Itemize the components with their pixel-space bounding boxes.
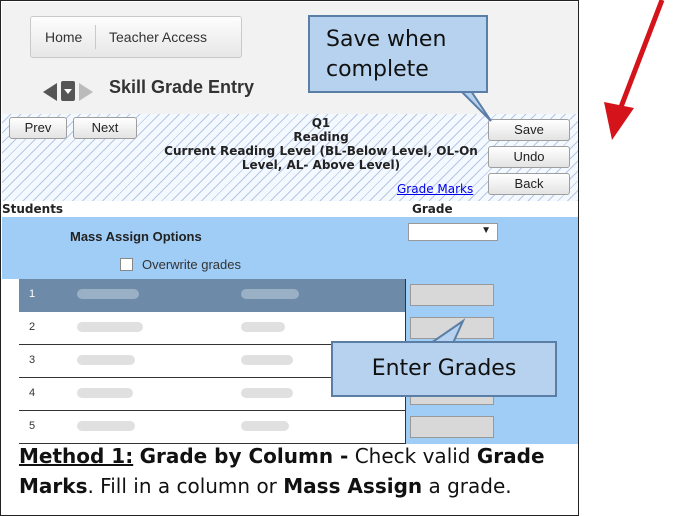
top-bar: Home Teacher Access	[2, 2, 578, 62]
caption-fill: . Fill in a column or	[87, 474, 277, 498]
dropdown-menu-icon[interactable]	[61, 81, 75, 101]
blurred-last-name	[241, 421, 289, 431]
nav-divider	[95, 25, 96, 49]
row-number: 3	[29, 354, 36, 366]
instruction-caption: Method 1: Grade by Column - Check valid …	[19, 441, 578, 501]
page-title: Skill Grade Entry	[109, 77, 255, 97]
screenshot-frame: Home Teacher Access Skill Grade Entry Pr…	[0, 0, 579, 516]
previous-arrow-icon[interactable]	[43, 83, 57, 101]
caption-method: Method 1:	[19, 444, 134, 468]
save-button[interactable]: Save	[488, 119, 570, 141]
blurred-first-name	[77, 289, 139, 299]
save-when-complete-callout: Save when complete	[308, 15, 488, 93]
next-button[interactable]: Next	[73, 117, 137, 139]
grade-input[interactable]	[410, 317, 494, 339]
table-row[interactable]: 5	[19, 411, 578, 444]
column-header: Students Grade	[2, 201, 578, 217]
row-number: 5	[29, 420, 36, 432]
back-button[interactable]: Back	[488, 173, 570, 195]
blurred-last-name	[241, 388, 293, 398]
blurred-last-name	[241, 355, 293, 365]
grade-cell	[405, 279, 578, 312]
grade-input[interactable]	[410, 284, 494, 306]
blurred-first-name	[77, 355, 135, 365]
mass-assign-select[interactable]: ▼	[408, 223, 498, 241]
blurred-first-name	[77, 322, 143, 332]
blurred-first-name	[77, 421, 135, 431]
red-pointer-arrow-icon	[604, 0, 665, 140]
grade-input[interactable]	[410, 416, 494, 438]
table-row[interactable]: 1	[19, 279, 578, 312]
row-number: 4	[29, 387, 36, 399]
nav-teacher-access-link[interactable]: Teacher Access	[109, 17, 207, 57]
mass-assign-panel: Mass Assign Options ▼ Overwrite grades	[2, 217, 578, 279]
next-arrow-icon[interactable]	[79, 83, 93, 101]
grade-marks-link[interactable]: Grade Marks	[397, 182, 473, 196]
caption-title: Grade by Column -	[139, 444, 349, 468]
student-name-cell: 5	[19, 411, 405, 444]
grade-column-header: Grade	[412, 202, 453, 216]
undo-button[interactable]: Undo	[488, 146, 570, 168]
skill-heading: Q1 Reading Current Reading Level (BL-Bel…	[151, 116, 491, 172]
row-number: 2	[29, 321, 36, 333]
term-label: Q1	[311, 116, 331, 130]
student-name-cell: 1	[19, 279, 405, 312]
overwrite-grades-checkbox[interactable]	[120, 258, 133, 271]
caption-check: Check valid	[354, 444, 471, 468]
nav-bar: Home Teacher Access	[30, 16, 242, 58]
blurred-last-name	[241, 322, 285, 332]
grade-cell	[405, 411, 578, 444]
blurred-first-name	[77, 388, 133, 398]
overwrite-grades-label: Overwrite grades	[142, 257, 241, 272]
caption-mass-assign: Mass Assign	[283, 474, 423, 498]
prev-button[interactable]: Prev	[9, 117, 67, 139]
enter-grades-callout: Enter Grades	[331, 341, 557, 397]
caption-end: a grade.	[428, 474, 512, 498]
nav-home-link[interactable]: Home	[45, 17, 82, 57]
blurred-last-name	[241, 289, 299, 299]
mass-assign-label: Mass Assign Options	[70, 229, 202, 244]
skill-label: Current Reading Level (BL-Below Level, O…	[164, 144, 478, 172]
chevron-down-icon: ▼	[481, 225, 491, 236]
students-column-header: Students	[2, 202, 64, 216]
subject-label: Reading	[293, 130, 349, 144]
row-number: 1	[29, 288, 36, 300]
